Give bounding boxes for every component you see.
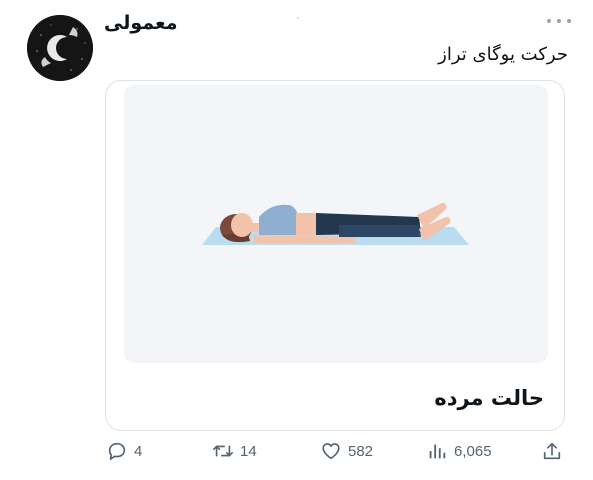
- views-count: 6,065: [454, 442, 492, 460]
- more-icon[interactable]: [547, 14, 571, 28]
- retweet-count: 14: [240, 442, 257, 460]
- card-image: [124, 85, 548, 363]
- retweet-icon: [213, 445, 233, 457]
- views-icon: [429, 444, 446, 459]
- action-bar: 4 14 582 6,065: [0, 440, 593, 470]
- reply-count: 4: [134, 442, 143, 460]
- tweet-text: حرکت یوگای تراز: [438, 44, 568, 65]
- avatar[interactable]: [27, 15, 93, 81]
- retweet-button[interactable]: 14: [212, 440, 257, 462]
- author-name[interactable]: معمولی: [104, 12, 178, 34]
- share-button[interactable]: [541, 440, 563, 462]
- reply-button[interactable]: 4: [106, 440, 142, 462]
- card-title: حالت مرده: [434, 386, 544, 410]
- heart-icon: [322, 443, 340, 460]
- separator-dot: [297, 17, 299, 19]
- avatar-moon-icon: [27, 15, 93, 81]
- reply-icon: [108, 442, 126, 461]
- like-button[interactable]: 582: [320, 440, 373, 462]
- link-card[interactable]: حالت مرده: [105, 80, 565, 431]
- views-button[interactable]: 6,065: [426, 440, 492, 462]
- yoga-corpse-pose-illustration: [202, 203, 469, 245]
- like-count: 582: [348, 442, 374, 460]
- share-icon: [543, 442, 561, 460]
